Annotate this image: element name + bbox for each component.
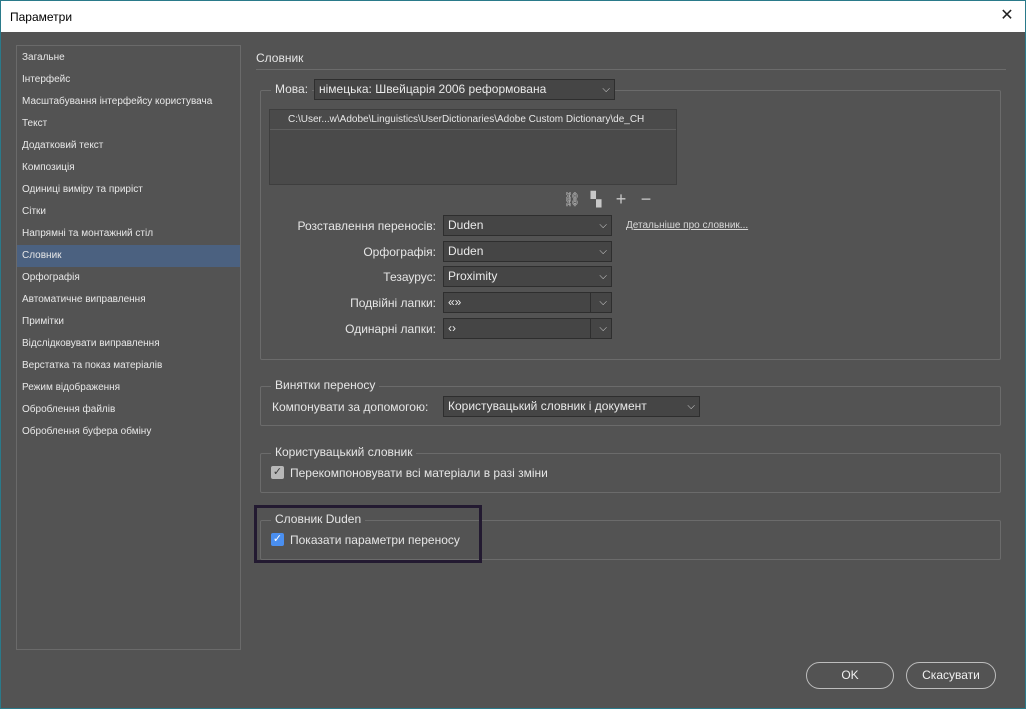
sidebar: Загальне Інтерфейс Масштабування інтерфе… [16, 45, 241, 650]
spelling-select[interactable]: Duden ⌵ [443, 241, 612, 262]
hyphenation-label: Розставлення переносів: [297, 219, 436, 233]
window-title: Параметри [10, 10, 73, 24]
recompose-label[interactable]: Перекомпоновувати всі матеріали в разі з… [290, 466, 548, 480]
divider [590, 293, 591, 312]
compose-using-select[interactable]: Користувацький словник і документ ⌵ [443, 396, 700, 417]
divider [590, 319, 591, 338]
chevron-down-icon: ⌵ [599, 297, 607, 308]
sidebar-item-units[interactable]: Одиниці виміру та приріст [17, 179, 240, 201]
language-value: німецька: Швейцарія 2006 реформована [319, 82, 547, 96]
sidebar-item-notes[interactable]: Примітки [17, 311, 240, 333]
sidebar-item-type[interactable]: Текст [17, 113, 240, 135]
sidebar-item-story-editor[interactable]: Верстатка та показ матеріалів [17, 355, 240, 377]
close-icon[interactable]: ✕ [997, 6, 1017, 26]
compose-using-value: Користувацький словник і документ [448, 399, 647, 413]
chevron-down-icon: ⌵ [599, 220, 607, 231]
sidebar-item-general[interactable]: Загальне [17, 47, 240, 69]
page-title: Словник [256, 51, 304, 65]
recompose-checkbox[interactable]: ✓ [271, 466, 284, 479]
hyphenation-value: Duden [448, 218, 484, 232]
hyphenation-exceptions-title: Винятки переносу [271, 378, 380, 392]
highlight-frame [254, 505, 482, 563]
single-quotes-combo[interactable]: ‹› ⌵ [443, 318, 612, 339]
remove-icon[interactable]: − [638, 190, 654, 208]
double-quotes-value: «» [448, 295, 462, 309]
chevron-down-icon: ⌵ [599, 271, 607, 282]
list-item[interactable]: C:\User...w\Adobe\Linguistics\UserDictio… [270, 110, 676, 130]
double-quotes-label: Подвійні лапки: [350, 296, 436, 310]
chevron-down-icon: ⌵ [687, 401, 695, 412]
new-dictionary-icon[interactable]: ▚ [588, 191, 604, 207]
sidebar-item-display[interactable]: Режим відображення [17, 377, 240, 399]
sidebar-item-grids[interactable]: Сітки [17, 201, 240, 223]
sidebar-item-composition[interactable]: Композиція [17, 157, 240, 179]
divider [256, 69, 1006, 70]
more-info-link[interactable]: Детальніше про словник... [626, 220, 748, 231]
compose-using-label: Компонувати за допомогою: [272, 400, 429, 414]
sidebar-item-advanced-type[interactable]: Додатковий текст [17, 135, 240, 157]
add-icon[interactable]: + [613, 190, 629, 208]
thesaurus-value: Proximity [448, 269, 498, 283]
chevron-down-icon: ⌵ [599, 323, 607, 334]
sidebar-item-guides[interactable]: Напрямні та монтажний стіл [17, 223, 240, 245]
hyphenation-select[interactable]: Duden ⌵ [443, 215, 612, 236]
chevron-down-icon: ⌵ [602, 84, 610, 95]
preferences-dialog: Параметри ✕ Загальне Інтерфейс Масштабув… [0, 0, 1026, 709]
spelling-label: Орфографія: [363, 245, 436, 259]
link-icon[interactable]: ⛓ [563, 191, 581, 207]
sidebar-item-ui-scaling[interactable]: Масштабування інтерфейсу користувача [17, 91, 240, 113]
single-quotes-label: Одинарні лапки: [345, 322, 436, 336]
sidebar-item-autocorrect[interactable]: Автоматичне виправлення [17, 289, 240, 311]
language-label: Мова: [271, 82, 313, 96]
ok-button[interactable]: OK [806, 662, 894, 689]
cancel-button[interactable]: Скасувати [906, 662, 996, 689]
title-bar: Параметри ✕ [1, 1, 1025, 32]
single-quotes-value: ‹› [448, 321, 456, 335]
sidebar-item-interface[interactable]: Інтерфейс [17, 69, 240, 91]
language-select[interactable]: німецька: Швейцарія 2006 реформована ⌵ [314, 79, 615, 100]
sidebar-item-spelling[interactable]: Орфографія [17, 267, 240, 289]
sidebar-item-track-changes[interactable]: Відслідковувати виправлення [17, 333, 240, 355]
sidebar-item-clipboard[interactable]: Оброблення буфера обміну [17, 421, 240, 443]
user-dictionary-title: Користувацький словник [271, 445, 417, 459]
double-quotes-combo[interactable]: «» ⌵ [443, 292, 612, 313]
sidebar-item-dictionary[interactable]: Словник [17, 245, 240, 267]
dictionary-list[interactable]: C:\User...w\Adobe\Linguistics\UserDictio… [269, 109, 677, 185]
sidebar-item-file-handling[interactable]: Оброблення файлів [17, 399, 240, 421]
thesaurus-label: Тезаурус: [383, 270, 436, 284]
thesaurus-select[interactable]: Proximity ⌵ [443, 266, 612, 287]
chevron-down-icon: ⌵ [599, 246, 607, 257]
spelling-value: Duden [448, 244, 484, 258]
